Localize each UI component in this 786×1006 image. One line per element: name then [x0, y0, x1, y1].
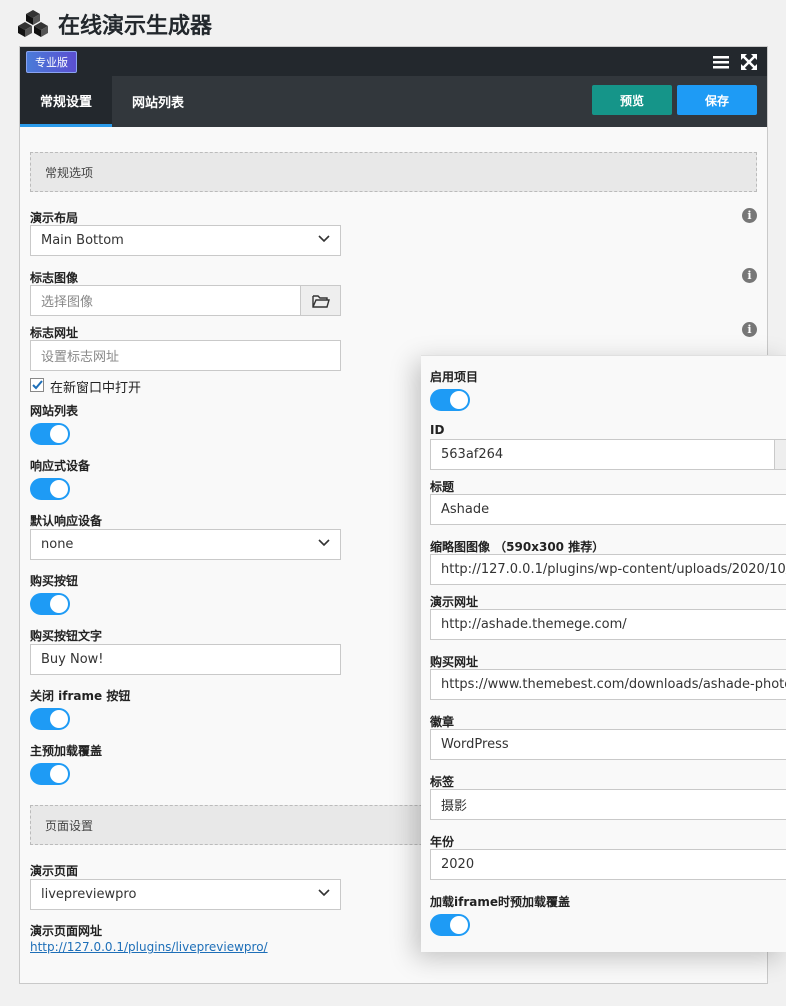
year-label: 年份 — [430, 835, 455, 849]
check-icon — [31, 380, 43, 390]
buy-url-label: 购买网址 — [430, 655, 479, 669]
responsive-label: 响应式设备 — [30, 459, 91, 473]
logo-image-label: 标志图像 — [30, 271, 79, 285]
logo-url-label: 标志网址 — [30, 326, 79, 340]
id-input[interactable]: 563af264 — [430, 439, 776, 470]
chevron-down-icon — [318, 889, 330, 897]
section-general-options: 常规选项 — [30, 152, 757, 192]
new-window-checkbox[interactable] — [30, 378, 44, 392]
layout-select-value: Main Bottom — [41, 233, 124, 248]
buy-text-input[interactable]: Buy Now! — [30, 644, 341, 675]
logo-url-input[interactable]: 设置标志网址 — [30, 340, 341, 371]
id-label: ID — [430, 423, 445, 437]
demo-page-value: livepreviewpro — [41, 887, 137, 902]
tags-input[interactable]: 摄影 — [430, 789, 786, 820]
enable-item-toggle[interactable] — [430, 389, 470, 411]
folder-open-icon[interactable] — [300, 285, 341, 316]
demo-page-url-link[interactable]: http://127.0.0.1/plugins/livepreviewpro/ — [30, 940, 268, 954]
buy-button-toggle[interactable] — [30, 593, 70, 615]
save-button[interactable]: 保存 — [677, 85, 757, 115]
buy-text-label: 购买按钮文字 — [30, 629, 103, 643]
title-label: 标题 — [430, 480, 455, 494]
new-window-label: 在新窗口中打开 — [50, 381, 142, 396]
demo-page-label: 演示页面 — [30, 864, 79, 878]
default-device-select[interactable]: none — [30, 529, 341, 560]
item-editor-card: 启用项目 ID 563af264 标题 Ashade 缩略图图像 （590x30… — [421, 355, 786, 952]
close-iframe-toggle[interactable] — [30, 708, 70, 730]
logo-image-input[interactable]: 选择图像 — [30, 285, 301, 316]
close-iframe-label: 关闭 iframe 按钮 — [30, 689, 131, 703]
title-input[interactable]: Ashade — [430, 494, 786, 525]
buy-url-input[interactable]: https://www.themebest.com/downloads/asha… — [430, 669, 786, 700]
tab-general-settings[interactable]: 常规设置 — [20, 76, 113, 127]
default-device-value: none — [41, 537, 74, 552]
menu-icon[interactable] — [713, 55, 729, 69]
default-device-label: 默认响应设备 — [30, 514, 103, 528]
info-icon[interactable]: i — [742, 268, 757, 283]
demo-url-input[interactable]: http://ashade.themege.com/ — [430, 609, 786, 640]
cubes-logo-icon — [18, 10, 48, 37]
id-generate-button[interactable] — [774, 439, 786, 470]
preview-button[interactable]: 预览 — [592, 85, 672, 115]
iframe-preloader-label: 加载iframe时预加载覆盖 — [430, 895, 570, 909]
tab-bar: 常规设置 网站列表 预览 保存 — [20, 76, 767, 127]
demo-page-url-label: 演示页面网址 — [30, 924, 103, 938]
year-input[interactable]: 2020 — [430, 849, 786, 880]
thumbnail-label: 缩略图图像 （590x300 推荐） — [430, 540, 605, 554]
demo-page-select[interactable]: livepreviewpro — [30, 879, 341, 910]
preloader-toggle[interactable] — [30, 763, 70, 785]
badge-input[interactable]: WordPress — [430, 729, 786, 760]
iframe-preloader-toggle[interactable] — [430, 914, 470, 936]
preloader-label: 主预加载覆盖 — [30, 744, 103, 758]
layout-label: 演示布局 — [30, 211, 79, 225]
buy-button-label: 购买按钮 — [30, 574, 79, 588]
pro-badge: 专业版 — [26, 50, 77, 73]
layout-select[interactable]: Main Bottom — [30, 225, 341, 256]
chevron-down-icon — [318, 235, 330, 243]
site-list-toggle[interactable] — [30, 423, 70, 445]
fullscreen-icon[interactable] — [741, 53, 757, 70]
tags-label: 标签 — [430, 775, 455, 789]
info-icon[interactable]: i — [742, 208, 757, 223]
info-icon[interactable]: i — [742, 322, 757, 337]
site-list-label: 网站列表 — [30, 404, 79, 418]
responsive-toggle[interactable] — [30, 478, 70, 500]
app-header: 在线演示生成器 — [16, 4, 212, 44]
badge-label: 徽章 — [430, 715, 455, 729]
tab-site-list[interactable]: 网站列表 — [112, 76, 204, 127]
chevron-down-icon — [318, 539, 330, 547]
page-title: 在线演示生成器 — [58, 14, 213, 39]
thumbnail-input[interactable]: http://127.0.0.1/plugins/wp-content/uplo… — [430, 554, 786, 585]
demo-url-label: 演示网址 — [430, 595, 479, 609]
panel-topbar: 专业版 — [20, 47, 767, 76]
enable-item-label: 启用项目 — [430, 370, 479, 384]
